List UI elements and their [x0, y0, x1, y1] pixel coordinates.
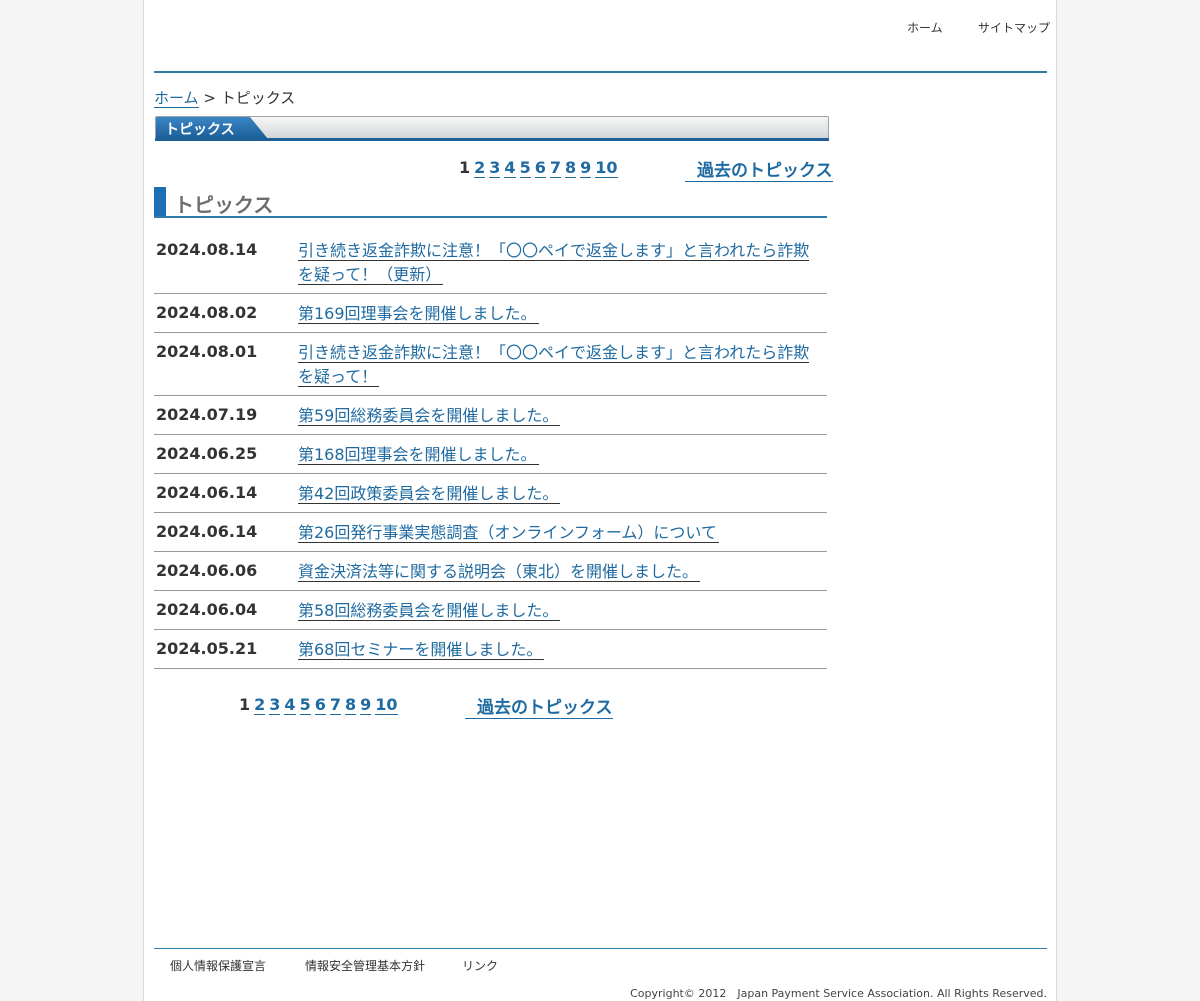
page-link-3[interactable]: 3	[489, 158, 501, 178]
banner-tab: トピックス	[156, 117, 268, 139]
page-banner: トピックス	[155, 116, 829, 140]
page-link-8[interactable]: 8	[564, 158, 577, 178]
topic-link[interactable]: 資金決済法等に関する説明会（東北）を開催しました。	[298, 562, 701, 582]
topic-date: 2024.06.14	[156, 483, 258, 502]
page-link-4[interactable]: 4	[504, 158, 516, 178]
section-bar	[154, 187, 166, 217]
topic-date: 2024.07.19	[156, 405, 258, 424]
pagination-top: 1 2 3 4 5 6 7 8 9 10	[459, 158, 622, 178]
copyright: Copyright© 2012 Japan Payment Service As…	[630, 987, 1047, 1000]
list-item: 2024.05.21 第68回セミナーを開催しました。	[154, 630, 827, 669]
topic-date: 2024.06.04	[156, 600, 258, 619]
page-link-2[interactable]: 2	[474, 158, 486, 178]
topic-link[interactable]: 引き続き返金詐欺に注意！「〇〇ペイで返金します」と言われたら詐欺を疑って！	[298, 343, 810, 387]
topic-date: 2024.06.25	[156, 444, 258, 463]
page-link-6[interactable]: 6	[534, 158, 546, 178]
list-item: 2024.06.25 第168回理事会を開催しました。	[154, 435, 827, 474]
topic-link[interactable]: 引き続き返金詐欺に注意！「〇〇ペイで返金します」と言われたら詐欺を疑って！（更新…	[298, 241, 810, 285]
topic-date: 2024.08.01	[156, 342, 258, 361]
banner-label: トピックス	[165, 122, 235, 138]
page-link-6[interactable]: 6	[314, 695, 326, 715]
topic-date: 2024.06.14	[156, 522, 258, 541]
page-container: ホーム サイトマップ ホーム > トピックス トピックス 1 2 3 4 5 6 7 8 9 10…	[143, 0, 1057, 1001]
page-link-9[interactable]: 9	[580, 158, 592, 178]
top-nav: ホーム	[907, 17, 943, 36]
breadcrumb-home-link[interactable]: ホーム	[154, 89, 199, 108]
topic-link[interactable]: 第26回発行事業実態調査（オンラインフォーム）について	[298, 523, 719, 543]
list-item: 2024.06.14 第42回政策委員会を開催しました。	[154, 474, 827, 513]
list-item: 2024.06.06 資金決済法等に関する説明会（東北）を開催しました。	[154, 552, 827, 591]
topic-date: 2024.05.21	[156, 639, 258, 658]
list-item: 2024.08.02 第169回理事会を開催しました。	[154, 294, 827, 333]
topic-link[interactable]: 第169回理事会を開催しました。	[298, 304, 539, 324]
past-topics-link[interactable]: 過去のトピックス	[465, 698, 613, 719]
topic-date: 2024.08.02	[156, 303, 258, 322]
past-topics-bottom: 過去のトピックス	[465, 693, 613, 719]
topic-link[interactable]: 第59回総務委員会を開催しました。	[298, 406, 561, 426]
footer-link-links[interactable]: リンク	[462, 959, 498, 973]
footer-link-privacy[interactable]: 個人情報保護宣言	[170, 959, 266, 973]
list-item: 2024.08.01 引き続き返金詐欺に注意！「〇〇ペイで返金します」と言われた…	[154, 333, 827, 396]
page-link-7[interactable]: 7	[329, 695, 341, 715]
page-current: 1	[239, 695, 251, 714]
page-link-8[interactable]: 8	[344, 695, 357, 715]
breadcrumb-current: トピックス	[220, 89, 296, 107]
banner-underline	[155, 138, 829, 141]
section-title: トピックス	[174, 193, 274, 217]
page-link-3[interactable]: 3	[269, 695, 281, 715]
page-link-2[interactable]: 2	[254, 695, 266, 715]
page-current: 1	[459, 158, 471, 177]
page-link-5[interactable]: 5	[299, 695, 311, 715]
page-link-4[interactable]: 4	[284, 695, 296, 715]
header-divider	[154, 71, 1047, 73]
topic-link[interactable]: 第168回理事会を開催しました。	[298, 445, 539, 465]
footer-link-security-policy[interactable]: 情報安全管理基本方針	[305, 959, 425, 973]
page-link-10[interactable]: 10	[595, 158, 618, 178]
list-item: 2024.08.14 引き続き返金詐欺に注意！「〇〇ペイで返金します」と言われた…	[154, 231, 827, 294]
nav-home-link[interactable]: ホーム	[907, 21, 943, 35]
footer-link-privacy-wrap: 個人情報保護宣言	[170, 957, 266, 974]
topic-date: 2024.08.14	[156, 240, 258, 259]
topics-list: 2024.08.14 引き続き返金詐欺に注意！「〇〇ペイで返金します」と言われた…	[154, 231, 827, 669]
nav-sitemap-link[interactable]: サイトマップ	[978, 21, 1050, 35]
footer-link-links-wrap: リンク	[462, 957, 498, 974]
list-item: 2024.07.19 第59回総務委員会を開催しました。	[154, 396, 827, 435]
top-nav-sitemap: サイトマップ	[978, 17, 1050, 36]
past-topics-top: 過去のトピックス	[685, 156, 833, 182]
topic-date: 2024.06.06	[156, 561, 258, 580]
section-divider	[154, 216, 827, 218]
page-link-10[interactable]: 10	[375, 695, 398, 715]
breadcrumb: ホーム > トピックス	[154, 87, 295, 108]
footer-link-security-wrap: 情報安全管理基本方針	[305, 957, 425, 974]
topic-link[interactable]: 第68回セミナーを開催しました。	[298, 640, 545, 660]
page-link-7[interactable]: 7	[549, 158, 561, 178]
past-topics-link[interactable]: 過去のトピックス	[685, 161, 833, 182]
topic-link[interactable]: 第58回総務委員会を開催しました。	[298, 601, 561, 621]
breadcrumb-separator: >	[203, 89, 216, 107]
list-item: 2024.06.04 第58回総務委員会を開催しました。	[154, 591, 827, 630]
list-item: 2024.06.14 第26回発行事業実態調査（オンラインフォーム）について	[154, 513, 827, 552]
pagination-bottom: 1 2 3 4 5 6 7 8 9 10	[239, 695, 402, 715]
footer-divider	[154, 948, 1047, 949]
topic-link[interactable]: 第42回政策委員会を開催しました。	[298, 484, 561, 504]
page-link-5[interactable]: 5	[519, 158, 531, 178]
page-link-9[interactable]: 9	[360, 695, 372, 715]
